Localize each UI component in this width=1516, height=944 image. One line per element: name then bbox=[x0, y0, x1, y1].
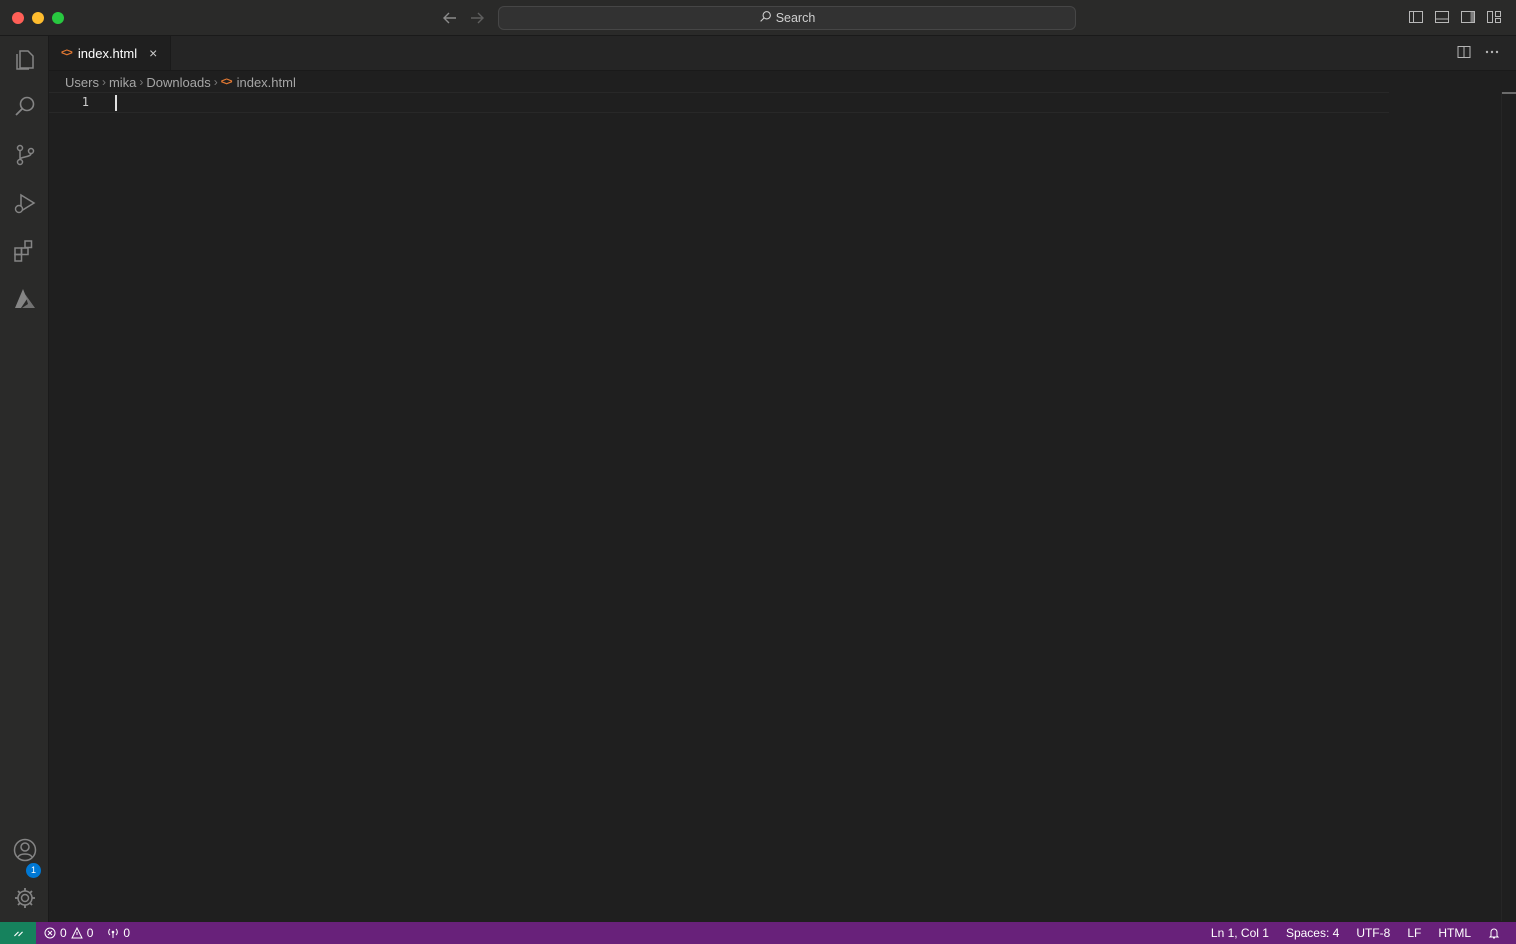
indentation[interactable]: Spaces: 4 bbox=[1286, 926, 1339, 940]
azure-icon[interactable] bbox=[12, 286, 38, 312]
scroll-position-indicator bbox=[1502, 92, 1516, 94]
toggle-secondary-sidebar-icon[interactable] bbox=[1460, 9, 1476, 25]
chevron-right-icon: › bbox=[139, 75, 144, 89]
html-file-icon: <> bbox=[220, 76, 233, 88]
breadcrumb: Users › mika › Downloads › <> index.html bbox=[65, 72, 296, 92]
breadcrumb-file[interactable]: <> index.html bbox=[221, 75, 296, 90]
breadcrumb-users[interactable]: Users bbox=[65, 75, 99, 90]
remote-indicator-icon[interactable] bbox=[0, 922, 36, 944]
customize-layout-icon[interactable] bbox=[1486, 9, 1502, 25]
warning-icon bbox=[70, 926, 83, 939]
breadcrumb-mika[interactable]: mika bbox=[109, 75, 136, 90]
ports-count: 0 bbox=[123, 926, 131, 940]
end-of-line[interactable]: LF bbox=[1407, 926, 1421, 940]
maximize-window-button[interactable] bbox=[52, 12, 64, 24]
vscode-window: Search 1 <> index.html × Users › mika › … bbox=[0, 0, 1516, 944]
encoding[interactable]: UTF-8 bbox=[1356, 926, 1390, 940]
code-editor[interactable]: 1 bbox=[49, 92, 1501, 921]
cursor-position[interactable]: Ln 1, Col 1 bbox=[1211, 926, 1269, 940]
editor-tabs: <> index.html × bbox=[49, 36, 1516, 71]
title-bar: Search bbox=[0, 0, 1516, 36]
search-icon bbox=[759, 10, 772, 26]
explorer-icon[interactable] bbox=[12, 46, 38, 72]
settings-gear-icon[interactable] bbox=[12, 885, 38, 911]
vertical-scrollbar[interactable] bbox=[1501, 92, 1516, 921]
run-debug-icon[interactable] bbox=[12, 190, 38, 216]
more-actions-icon[interactable] bbox=[1484, 44, 1500, 60]
toggle-primary-sidebar-icon[interactable] bbox=[1408, 9, 1424, 25]
search-label: Search bbox=[775, 11, 816, 25]
search-icon[interactable] bbox=[12, 94, 38, 120]
settings-update-badge: 1 bbox=[26, 863, 41, 878]
accounts-icon[interactable] bbox=[12, 837, 38, 863]
close-icon[interactable]: × bbox=[149, 45, 157, 61]
forward-arrow-icon[interactable] bbox=[467, 8, 487, 28]
close-window-button[interactable] bbox=[12, 12, 24, 24]
error-icon bbox=[44, 927, 56, 939]
back-arrow-icon[interactable] bbox=[440, 8, 460, 28]
chevron-right-icon: › bbox=[101, 75, 106, 89]
bell-icon[interactable] bbox=[1488, 927, 1500, 939]
breadcrumb-downloads[interactable]: Downloads bbox=[146, 75, 210, 90]
tab-label: index.html bbox=[77, 45, 138, 61]
line-number: 1 bbox=[81, 95, 89, 109]
extensions-icon[interactable] bbox=[12, 238, 38, 264]
current-line-highlight: 1 bbox=[49, 92, 1389, 113]
problems-indicator[interactable]: 0 0 bbox=[44, 926, 93, 940]
source-control-icon[interactable] bbox=[12, 142, 38, 168]
split-editor-icon[interactable] bbox=[1456, 44, 1472, 60]
tab-index-html[interactable]: <> index.html × bbox=[49, 36, 171, 70]
minimize-window-button[interactable] bbox=[32, 12, 44, 24]
html-file-icon: <> bbox=[61, 47, 73, 59]
command-center-search[interactable]: Search bbox=[498, 6, 1076, 30]
error-count: 0 bbox=[60, 926, 67, 940]
ports-indicator[interactable]: 0 bbox=[107, 926, 130, 940]
broadcast-icon bbox=[107, 927, 119, 939]
activity-bar: 1 bbox=[0, 36, 49, 922]
text-cursor bbox=[115, 95, 117, 111]
breadcrumb-file-label: index.html bbox=[236, 74, 296, 90]
status-bar: 0 0 0 Ln 1, Col 1 Spaces: 4 UTF-8 LF HTM… bbox=[0, 922, 1516, 944]
language-mode[interactable]: HTML bbox=[1438, 926, 1471, 940]
toggle-panel-icon[interactable] bbox=[1434, 9, 1450, 25]
warning-count: 0 bbox=[86, 926, 94, 940]
chevron-right-icon: › bbox=[213, 75, 218, 89]
